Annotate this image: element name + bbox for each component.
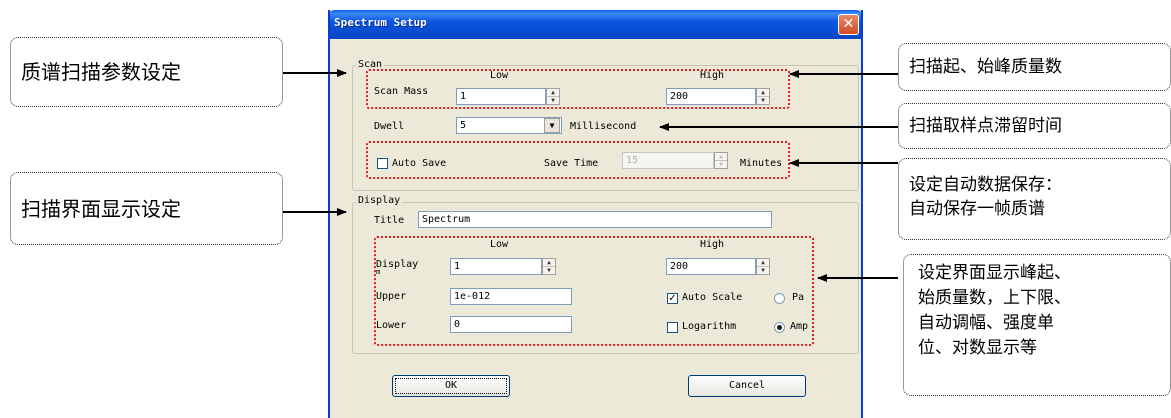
scan-high-header: High	[700, 70, 725, 81]
display-low-header: Low	[490, 239, 509, 250]
save-time-unit: Minutes	[740, 158, 783, 169]
display-low-input[interactable]: 1	[450, 258, 542, 275]
callout-dwell: 扫描取样点滞留时间	[898, 103, 1171, 149]
callout-display-settings: 扫描界面显示设定	[10, 172, 283, 245]
callout-display-range-line3: 自动调幅、强度单	[918, 313, 1054, 333]
lower-input[interactable]: 0	[450, 316, 572, 333]
save-time-spinner[interactable]: ▲ ▼	[714, 152, 728, 169]
dialog-titlebar[interactable]: Spectrum Setup ✕	[330, 10, 861, 39]
unit-amp-radio[interactable]	[774, 322, 785, 333]
dwell-unit: Millisecond	[570, 121, 637, 132]
display-high-header: High	[700, 239, 725, 250]
ok-button[interactable]: OK	[392, 375, 510, 397]
auto-save-label: Auto Save	[392, 158, 447, 169]
unit-pa-label: Pa	[792, 292, 805, 303]
logarithm-checkbox[interactable]	[667, 322, 678, 333]
save-time-label: Save Time	[544, 158, 599, 169]
cancel-button[interactable]: Cancel	[688, 375, 806, 397]
unit-pa-radio[interactable]	[774, 293, 785, 304]
display-range-highlight	[374, 236, 814, 346]
callout-auto-save-line1: 设定自动数据保存：	[909, 175, 1062, 195]
callout-auto-save: 设定自动数据保存： 自动保存一帧质谱	[898, 158, 1171, 240]
callout-display-range: 设定界面显示峰起、 始质量数，上下限、 自动调幅、强度单 位、对数显示等	[903, 254, 1171, 396]
dwell-label: Dwell	[374, 121, 405, 132]
callout-scan-params: 质谱扫描参数设定	[10, 37, 283, 107]
scan-mass-high-input[interactable]: 200	[666, 88, 756, 105]
display-mass-label: Display	[376, 259, 419, 270]
dialog-title: Spectrum Setup	[334, 16, 427, 29]
callout-display-range-line4: 位、对数显示等	[918, 338, 1037, 358]
dwell-dropdown-icon[interactable]: ▼	[544, 118, 560, 133]
display-group-label: Display	[356, 195, 403, 206]
callout-display-settings-text: 扫描界面显示设定	[21, 196, 181, 221]
callout-scan-mass-text: 扫描起、始峰质量数	[909, 57, 1062, 77]
display-high-spinner[interactable]: ▲ ▼	[756, 258, 770, 275]
display-mass-label-sub: m	[376, 268, 381, 276]
display-high-input[interactable]: 200	[666, 258, 756, 275]
save-time-input[interactable]: 15	[622, 152, 714, 169]
callout-scan-mass: 扫描起、始峰质量数	[898, 43, 1171, 91]
auto-scale-label: Auto Scale	[682, 292, 743, 303]
lower-label: Lower	[376, 320, 407, 331]
scan-mass-high-spinner[interactable]: ▲ ▼	[756, 88, 770, 105]
logarithm-label: Logarithm	[682, 321, 737, 332]
scan-mass-label: Scan Mass	[374, 86, 429, 97]
scan-low-header: Low	[490, 70, 509, 81]
upper-label: Upper	[376, 291, 407, 302]
unit-amp-label: Amp	[790, 321, 809, 332]
scan-mass-low-input[interactable]: 1	[456, 88, 546, 105]
callout-auto-save-line2: 自动保存一帧质谱	[909, 199, 1045, 219]
auto-save-checkbox[interactable]	[377, 158, 388, 169]
title-input[interactable]: Spectrum	[418, 211, 772, 228]
close-icon[interactable]: ✕	[838, 14, 859, 35]
callout-scan-params-text: 质谱扫描参数设定	[21, 60, 181, 84]
display-low-spinner[interactable]: ▲ ▼	[542, 258, 556, 275]
upper-input[interactable]: 1e-012	[450, 288, 572, 305]
spectrum-setup-dialog: Spectrum Setup ✕ Scan Low High Scan Mass…	[328, 10, 863, 418]
title-label: Title	[374, 215, 405, 226]
callout-display-range-line2: 始质量数，上下限、	[918, 288, 1071, 308]
scan-mass-low-spinner[interactable]: ▲ ▼	[546, 88, 560, 105]
callout-display-range-line1: 设定界面显示峰起、	[918, 263, 1071, 283]
callout-dwell-text: 扫描取样点滞留时间	[909, 116, 1062, 136]
auto-scale-checkbox[interactable]: ✓	[667, 293, 678, 304]
